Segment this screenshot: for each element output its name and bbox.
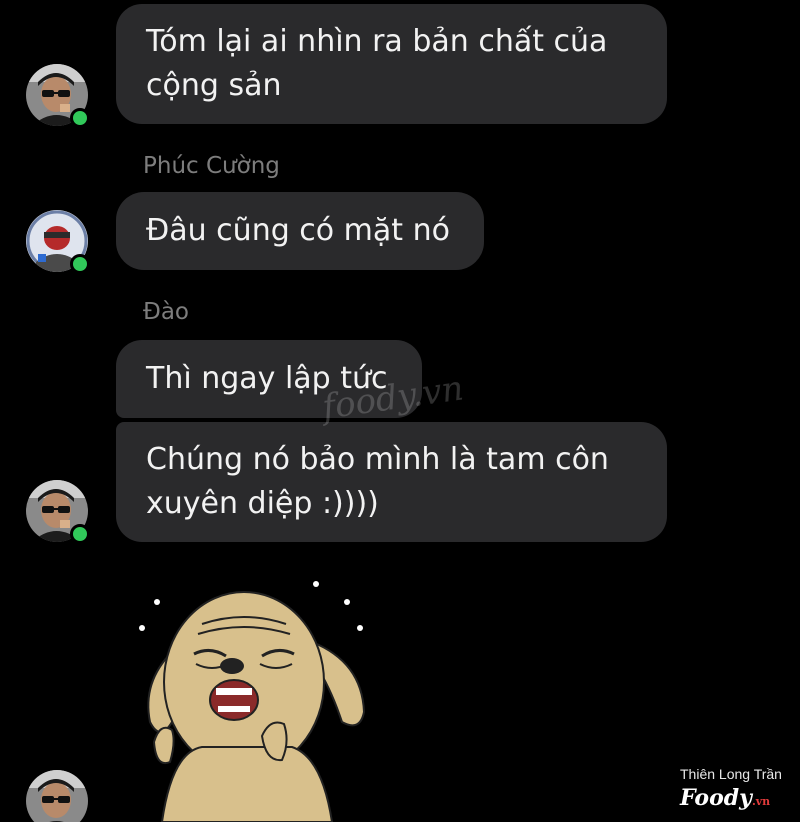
- avatar-image: [26, 770, 88, 822]
- foody-logo: Foody.vn: [680, 785, 770, 811]
- avatar-sunglasses-user[interactable]: [26, 770, 88, 822]
- avatar-phuc-cuong[interactable]: [26, 210, 90, 274]
- chat-screen: Tóm lại ai nhìn ra bản chất của cộng sản…: [0, 0, 800, 822]
- online-status-icon: [70, 524, 90, 544]
- avatar-sunglasses-user[interactable]: [26, 64, 90, 128]
- sender-name: Phúc Cường: [143, 153, 280, 179]
- message-bubble[interactable]: Tóm lại ai nhìn ra bản chất của cộng sản: [116, 4, 667, 124]
- photo-credit: Thiên Long Trần: [680, 766, 782, 782]
- online-status-icon: [70, 108, 90, 128]
- avatar-sunglasses-user[interactable]: [26, 480, 90, 544]
- crying-dog-sticker-icon[interactable]: [132, 572, 378, 822]
- sender-name: Đào: [143, 299, 189, 325]
- foody-logo-text: Foody: [680, 785, 752, 811]
- message-bubble[interactable]: Chúng nó bảo mình là tam côn xuyên diệp …: [116, 422, 667, 542]
- foody-logo-suffix: .vn: [751, 795, 771, 808]
- online-status-icon: [70, 254, 90, 274]
- message-bubble[interactable]: Đâu cũng có mặt nó: [116, 192, 484, 270]
